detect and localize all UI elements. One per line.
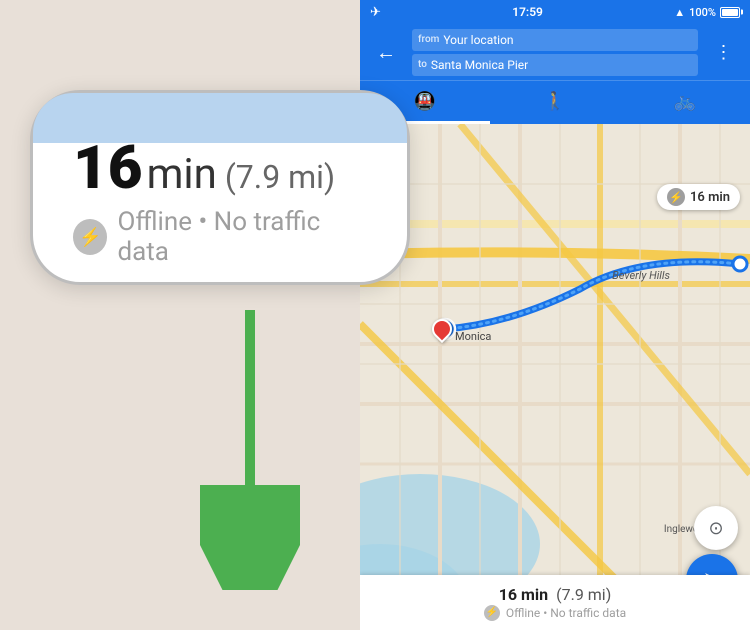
zoom-main-row: 16 min (7.9 mi) bbox=[73, 138, 335, 199]
map-content: Beverly Hills Monica Inglewood ⚡ 16 min … bbox=[360, 124, 750, 630]
bubble-time-text: 16 min bbox=[690, 190, 730, 205]
nav-bar: ← from Your location to Santa Monica Pie… bbox=[360, 24, 750, 80]
battery-percent: 100% bbox=[689, 6, 716, 19]
pin-head bbox=[428, 315, 456, 343]
monica-label: Monica bbox=[455, 330, 491, 343]
bottom-time: 16 min bbox=[499, 585, 548, 604]
bottom-main-row: 16 min (7.9 mi) bbox=[499, 585, 612, 604]
green-arrow bbox=[200, 310, 300, 594]
zoom-unit: min bbox=[147, 150, 217, 199]
location-fab[interactable]: ⊙ bbox=[694, 506, 738, 550]
battery-icon bbox=[720, 7, 740, 18]
bottom-dist: (7.9 mi) bbox=[556, 585, 611, 604]
time-bubble: ⚡ 16 min bbox=[657, 184, 740, 210]
bottom-sub-row: ⚡ Offline • No traffic data bbox=[484, 605, 626, 621]
to-field[interactable]: to Santa Monica Pier bbox=[412, 54, 698, 76]
to-value: Santa Monica Pier bbox=[431, 58, 528, 72]
signal-icon: ▲ bbox=[674, 6, 685, 19]
zoom-card: 16 min (7.9 mi) ⚡ Offline • No traffic d… bbox=[30, 90, 410, 285]
offline-icon-big: ⚡ bbox=[73, 219, 107, 255]
offline-icon-bubble: ⚡ bbox=[667, 188, 685, 206]
zoom-sub-text: Offline • No traffic data bbox=[117, 207, 367, 267]
from-label: from bbox=[418, 34, 439, 45]
back-button[interactable]: ← bbox=[368, 34, 404, 70]
search-fields: from Your location to Santa Monica Pier bbox=[412, 29, 698, 76]
to-label: to bbox=[418, 59, 427, 70]
offline-icon-small: ⚡ bbox=[484, 605, 500, 621]
map-panel: ✈ 17:59 ▲ 100% ← from Your location to S… bbox=[360, 0, 750, 630]
status-bar: ✈ 17:59 ▲ 100% bbox=[360, 0, 750, 24]
zoom-number: 16 bbox=[73, 138, 143, 198]
status-bar-left: ✈ bbox=[370, 5, 381, 20]
transport-tabs: 🚇 🚶 🚲 bbox=[360, 80, 750, 124]
status-time: 17:59 bbox=[512, 5, 543, 19]
more-options-button[interactable]: ⋮ bbox=[706, 34, 742, 70]
bottom-info-strip: 16 min (7.9 mi) ⚡ Offline • No traffic d… bbox=[360, 575, 750, 630]
tab-bike[interactable]: 🚲 bbox=[620, 81, 750, 124]
status-bar-right: ▲ 100% bbox=[674, 6, 740, 19]
from-value: Your location bbox=[443, 33, 513, 47]
beverly-hills-label: Beverly Hills bbox=[612, 269, 670, 282]
zoom-dist: (7.9 mi) bbox=[225, 158, 335, 196]
zoom-sub-row: ⚡ Offline • No traffic data bbox=[73, 207, 367, 267]
destination-pin bbox=[432, 319, 452, 339]
plane-mode-icon: ✈ bbox=[370, 5, 381, 20]
bottom-sub-text: Offline • No traffic data bbox=[506, 606, 626, 620]
from-field[interactable]: from Your location bbox=[412, 29, 698, 51]
tab-walk[interactable]: 🚶 bbox=[490, 81, 620, 124]
